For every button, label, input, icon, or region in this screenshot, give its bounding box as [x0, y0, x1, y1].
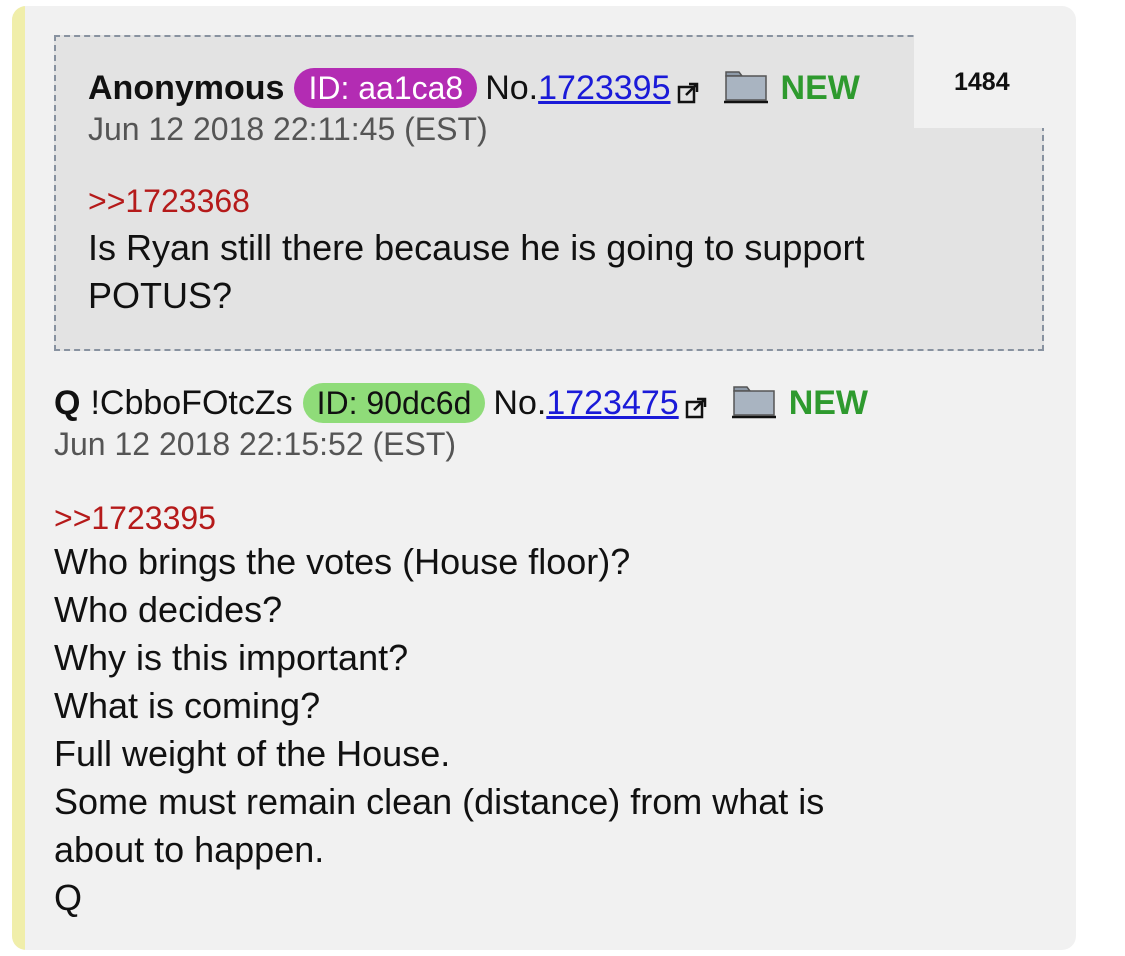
poster-id-badge[interactable]: ID: 90dc6d [302, 383, 486, 423]
post-count: 1484 [914, 34, 1048, 128]
post-no-label: No. [485, 69, 539, 107]
body-line: Is Ryan still there because he is going … [88, 227, 865, 268]
post-no-label: No. [493, 384, 547, 422]
body-line: Why is this important? [54, 637, 409, 678]
body-line: about to happen. [54, 829, 325, 870]
post-date: Jun 12 2018 22:11:45 (EST) [88, 111, 488, 147]
body-line: Who decides? [54, 589, 283, 630]
reply-reference-link[interactable]: >>1723395 [54, 499, 216, 537]
body-line: Some must remain clean (distance) from w… [54, 781, 825, 822]
poster-name: Q [54, 384, 81, 422]
body-line: Q [54, 877, 83, 918]
main-post-header: Q !CbboFOtcZs ID: 90dc6d No. 1723475 NEW [54, 383, 868, 423]
post-card: 1484 Anonymous ID: aa1ca8 No. 1723395 NEW… [12, 6, 1076, 950]
post-date: Jun 12 2018 22:15:52 (EST) [54, 426, 457, 462]
body-line: Who brings the votes (House floor)? [54, 541, 631, 582]
new-badge: NEW [780, 69, 860, 107]
post-number-link[interactable]: 1723475 [546, 383, 678, 423]
main-post-body: Who brings the votes (House floor)? Who … [54, 538, 824, 922]
quoted-post-body: Is Ryan still there because he is going … [88, 224, 864, 320]
body-line: POTUS? [88, 275, 233, 316]
poster-tripcode: !CbboFOtcZs [90, 384, 293, 422]
quoted-post-header: Anonymous ID: aa1ca8 No. 1723395 NEW [88, 68, 860, 108]
post-number-link[interactable]: 1723395 [538, 68, 670, 108]
body-line: What is coming? [54, 685, 321, 726]
external-link-icon[interactable] [677, 73, 699, 104]
folder-icon[interactable] [731, 383, 777, 419]
poster-id-badge[interactable]: ID: aa1ca8 [294, 68, 478, 108]
body-line: Full weight of the House. [54, 733, 451, 774]
poster-name: Anonymous [88, 69, 285, 107]
external-link-icon[interactable] [685, 388, 707, 419]
reply-reference-link[interactable]: >>1723368 [88, 182, 250, 220]
new-badge: NEW [788, 384, 869, 422]
accent-bar [12, 6, 25, 950]
folder-icon[interactable] [723, 68, 769, 104]
